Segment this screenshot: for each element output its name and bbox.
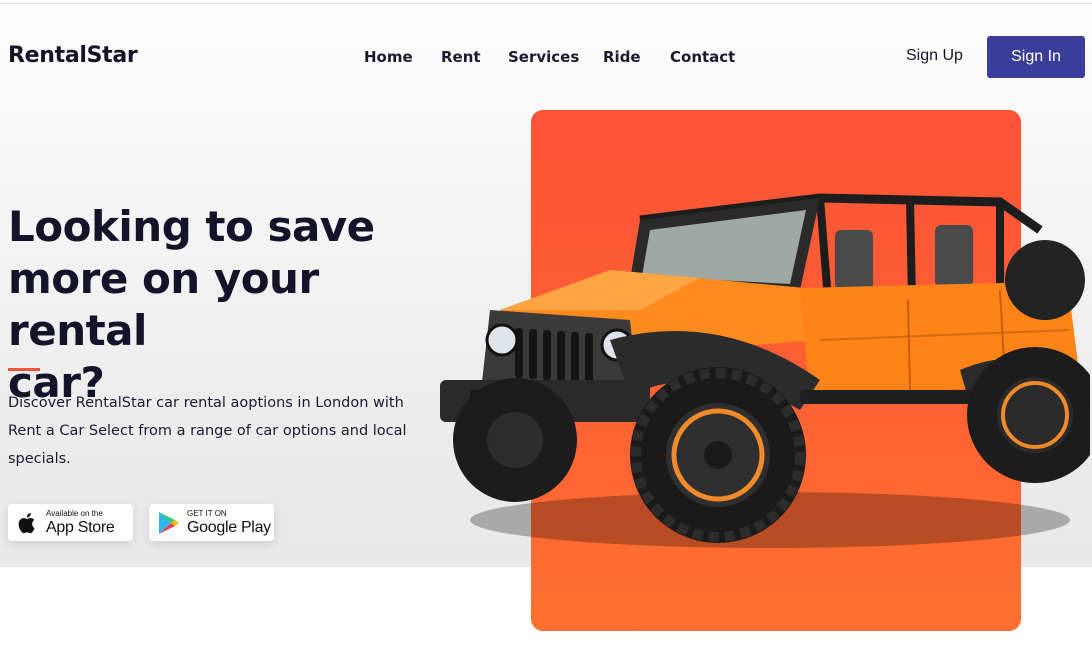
brand-logo[interactable]: RentalStar <box>8 43 138 68</box>
jeep-image <box>440 193 1090 548</box>
nav-link-rent[interactable]: Rent <box>441 48 481 66</box>
nav-link-services[interactable]: Services <box>508 48 579 66</box>
nav-link-ride[interactable]: Ride <box>603 48 641 66</box>
sign-up-link[interactable]: Sign Up <box>906 47 963 65</box>
nav-link-contact[interactable]: Contact <box>670 48 735 66</box>
hero-description: Discover RentalStar car rental aoptions … <box>8 395 407 467</box>
app-store-badge[interactable]: Available on the App Store <box>8 504 133 541</box>
app-store-small-text: Available on the <box>46 508 103 518</box>
google-play-label: Google Play <box>187 518 271 536</box>
apple-icon <box>17 511 39 535</box>
google-play-small-text: GET IT ON <box>187 508 227 518</box>
google-play-icon <box>158 511 180 535</box>
nav-link-home[interactable]: Home <box>364 48 413 66</box>
headline-line-2: more on your rental <box>8 254 319 355</box>
app-store-label: App Store <box>46 518 115 536</box>
hero-headline: Looking to save more on your rental car? <box>8 201 448 409</box>
google-play-badge[interactable]: GET IT ON Google Play <box>149 504 274 541</box>
headline-line-1: Looking to save <box>8 202 375 251</box>
sign-in-button[interactable]: Sign In <box>987 36 1085 78</box>
headline-accent-bar <box>8 368 40 371</box>
